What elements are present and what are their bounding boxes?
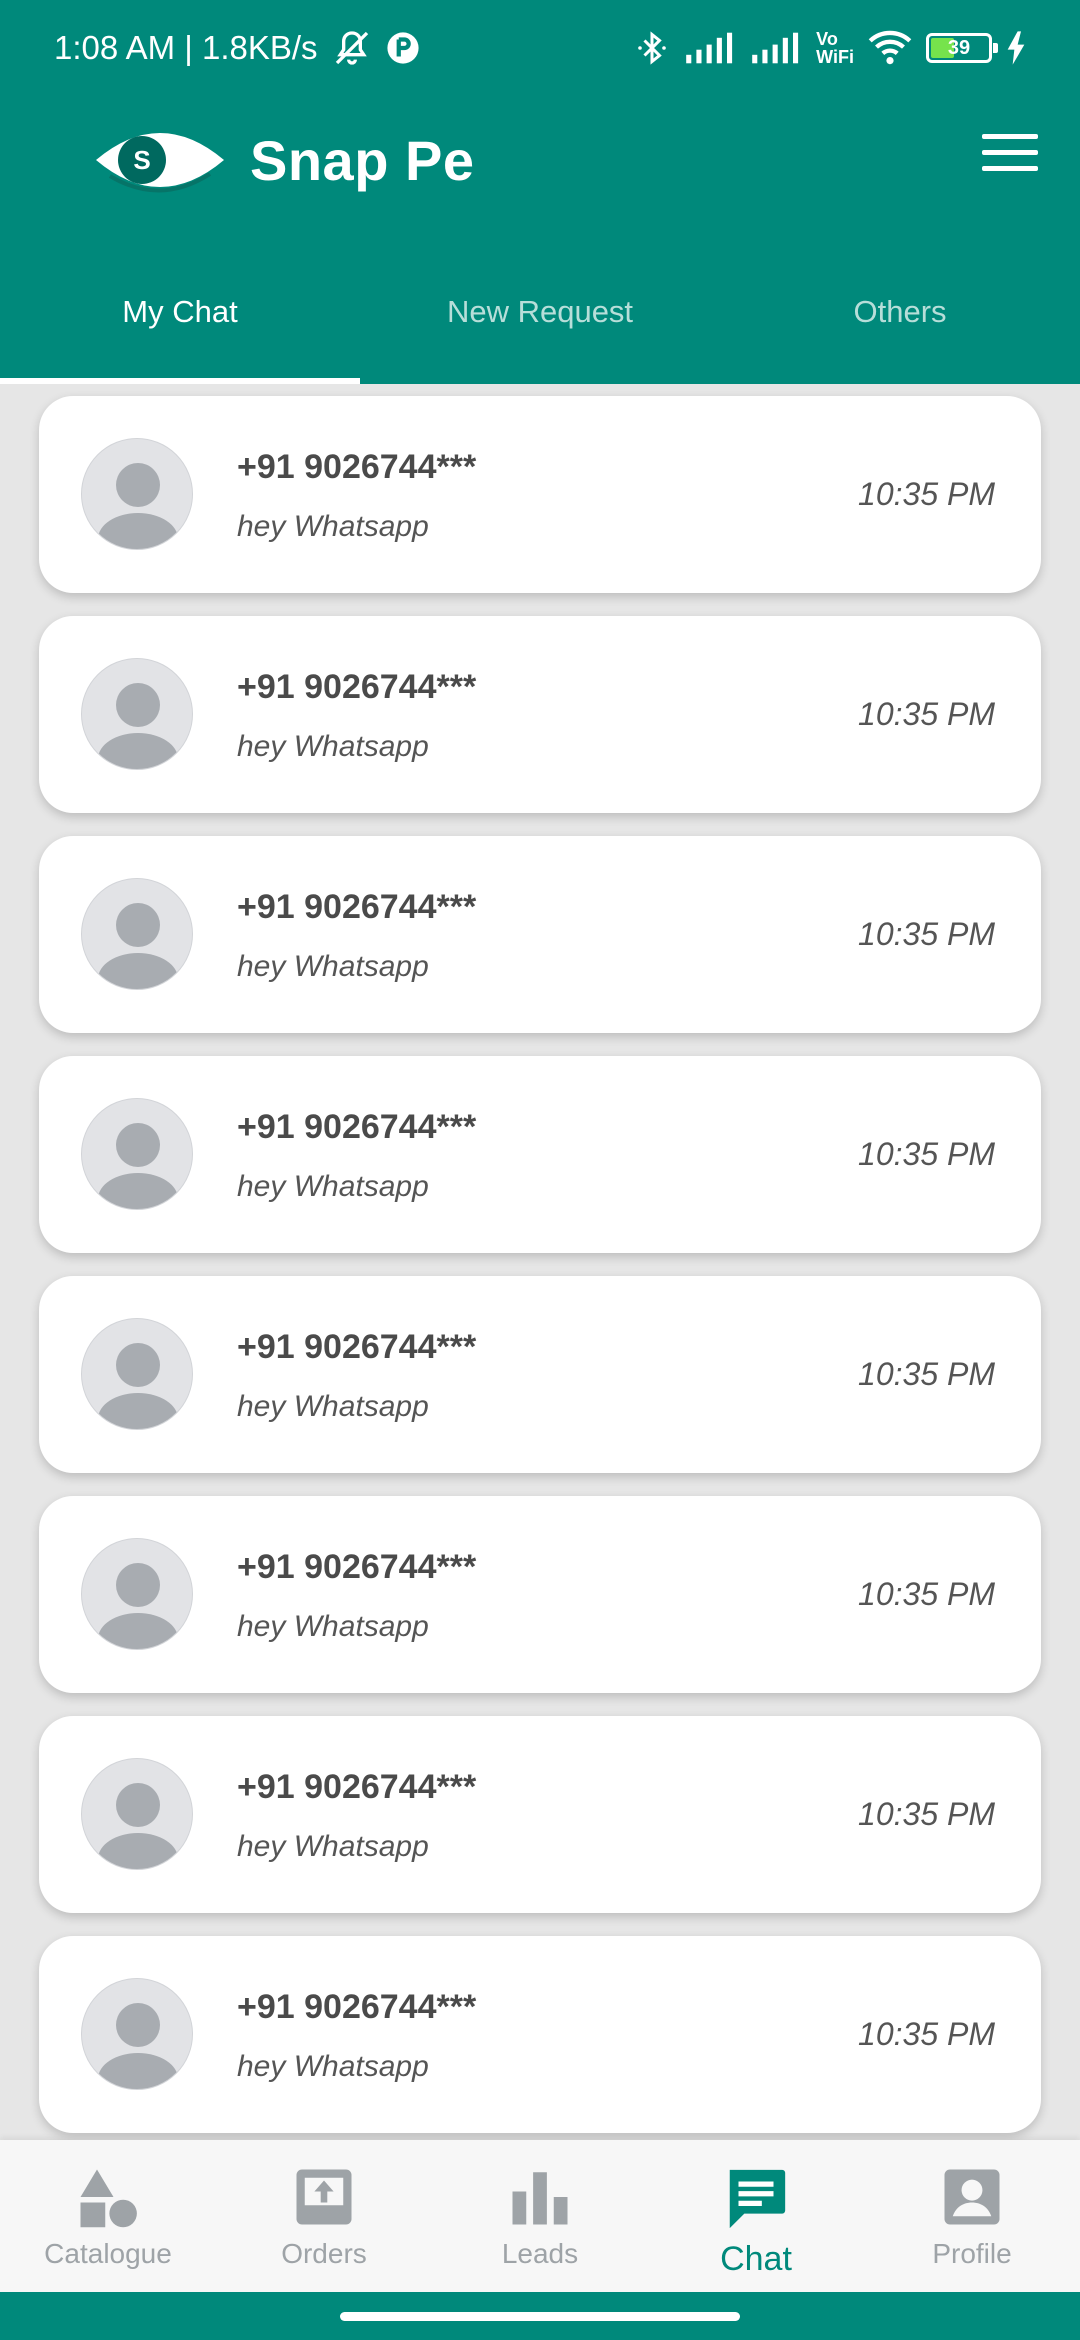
- chat-time: 10:35 PM: [858, 2016, 995, 2052]
- chat-last-message: hey Whatsapp: [237, 730, 429, 763]
- avatar: [81, 1098, 193, 1210]
- avatar: [81, 658, 193, 770]
- nav-catalogue[interactable]: Catalogue: [0, 2140, 216, 2292]
- chat-time: 10:35 PM: [858, 1796, 995, 1832]
- charging-icon: [1007, 31, 1025, 65]
- nav-label-leads: Leads: [501, 2238, 579, 2269]
- orders-icon: [296, 2169, 352, 2225]
- chat-time: 10:35 PM: [858, 476, 995, 512]
- mute-bell-icon: [335, 31, 368, 65]
- tab-my-chat[interactable]: My Chat: [0, 240, 360, 384]
- tab-new-request[interactable]: New Request: [360, 240, 720, 384]
- battery-level: 39: [947, 36, 971, 59]
- default-avatar-icon: [98, 463, 178, 549]
- tab-others[interactable]: Others: [720, 240, 1080, 384]
- chat-item[interactable]: +91 9026744*** hey Whatsapp 10:35 PM: [39, 1716, 1041, 1913]
- profile-icon: [944, 2169, 1000, 2225]
- chat-item[interactable]: +91 9026744*** hey Whatsapp 10:35 PM: [39, 396, 1041, 593]
- signal-strength-icon: [686, 32, 733, 64]
- chat-item[interactable]: +91 9026744*** hey Whatsapp 10:35 PM: [39, 836, 1041, 1033]
- nav-label-orders: Orders: [281, 2238, 367, 2269]
- chat-time: 10:35 PM: [858, 696, 995, 732]
- default-avatar-icon: [98, 1343, 178, 1429]
- vo-wifi-top: Vo: [816, 29, 838, 49]
- chat-item[interactable]: +91 9026744*** hey Whatsapp 10:35 PM: [39, 1276, 1041, 1473]
- chat-contact-name: +91 9026744***: [237, 888, 477, 926]
- avatar: [81, 1538, 193, 1650]
- snap-pe-logo-icon: S: [96, 133, 224, 193]
- signal-strength-icon-2: [752, 32, 799, 64]
- chat-contact-name: +91 9026744***: [237, 1108, 477, 1146]
- default-avatar-icon: [98, 1783, 178, 1869]
- nav-orders[interactable]: Orders: [216, 2140, 432, 2292]
- chat-contact-name: +91 9026744***: [237, 668, 477, 706]
- chat-item[interactable]: +91 9026744*** hey Whatsapp 10:35 PM: [39, 1056, 1041, 1253]
- chat-contact-name: +91 9026744***: [237, 1988, 477, 2026]
- status-right: Vo WiFi 39: [634, 28, 1026, 68]
- chat-time: 10:35 PM: [858, 1356, 995, 1392]
- chat-item[interactable]: +91 9026744*** hey Whatsapp 10:35 PM: [39, 1936, 1041, 2133]
- avatar: [81, 878, 193, 990]
- avatar: [81, 1758, 193, 1870]
- chat-last-message: hey Whatsapp: [237, 1170, 429, 1203]
- chat-item[interactable]: +91 9026744*** hey Whatsapp 10:35 PM: [39, 1496, 1041, 1693]
- chat-time: 10:35 PM: [858, 916, 995, 952]
- default-avatar-icon: [98, 903, 178, 989]
- chat-contact-name: +91 9026744***: [237, 1768, 477, 1806]
- catalogue-icon: [80, 2169, 137, 2228]
- nav-label-catalogue: Catalogue: [44, 2238, 172, 2269]
- status-time-speed: 1:08 AM | 1.8KB/s: [54, 29, 318, 66]
- app-notification-icon: [386, 32, 419, 64]
- avatar: [81, 1978, 193, 2090]
- hamburger-menu-icon[interactable]: [982, 134, 1038, 178]
- chat-list: +91 9026744*** hey Whatsapp 10:35 PM +91…: [0, 384, 1080, 2140]
- nav-profile[interactable]: Profile: [864, 2140, 1080, 2292]
- app-title: Snap Pe: [250, 128, 475, 192]
- default-avatar-icon: [98, 1123, 178, 1209]
- default-avatar-icon: [98, 1563, 178, 1649]
- nav-label-profile: Profile: [932, 2238, 1012, 2269]
- avatar: [81, 1318, 193, 1430]
- logo-letter: S: [133, 145, 150, 175]
- chat-last-message: hey Whatsapp: [237, 2050, 429, 2083]
- chat-contact-name: +91 9026744***: [237, 1548, 477, 1586]
- nav-label-chat: Chat: [720, 2240, 792, 2278]
- avatar: [81, 438, 193, 550]
- vo-wifi-label: Vo WiFi: [816, 30, 854, 66]
- chat-last-message: hey Whatsapp: [237, 950, 429, 983]
- chat-contact-name: +91 9026744***: [237, 448, 477, 486]
- default-avatar-icon: [98, 683, 178, 769]
- home-gesture-handle[interactable]: [340, 2312, 740, 2321]
- nav-chat[interactable]: Chat: [648, 2140, 864, 2292]
- chat-item[interactable]: +91 9026744*** hey Whatsapp 10:35 PM: [39, 616, 1041, 813]
- chat-last-message: hey Whatsapp: [237, 1610, 429, 1643]
- chat-contact-name: +91 9026744***: [237, 1328, 477, 1366]
- vo-wifi-bottom: WiFi: [816, 47, 854, 67]
- chat-last-message: hey Whatsapp: [237, 1390, 429, 1423]
- leads-icon: [512, 2172, 568, 2225]
- nav-leads[interactable]: Leads: [432, 2140, 648, 2292]
- status-left: 1:08 AM | 1.8KB/s: [54, 28, 420, 68]
- chat-time: 10:35 PM: [858, 1576, 995, 1612]
- bottom-navigation: Catalogue Orders Leads Chat Profile: [0, 2140, 1080, 2292]
- app-header: S Snap Pe My Chat New Request Others: [0, 96, 1080, 384]
- wifi-icon: [868, 30, 912, 65]
- chat-time: 10:35 PM: [858, 1136, 995, 1172]
- chat-icon: [729, 2169, 786, 2229]
- tab-bar: My Chat New Request Others: [0, 240, 1080, 384]
- bluetooth-icon: [638, 31, 666, 65]
- status-bar: 1:08 AM | 1.8KB/s Vo WiFi 39: [0, 0, 1080, 96]
- chat-last-message: hey Whatsapp: [237, 1830, 429, 1863]
- default-avatar-icon: [98, 2003, 178, 2089]
- brand: S Snap Pe: [90, 120, 474, 200]
- battery-icon: 39: [926, 33, 998, 63]
- chat-last-message: hey Whatsapp: [237, 510, 429, 543]
